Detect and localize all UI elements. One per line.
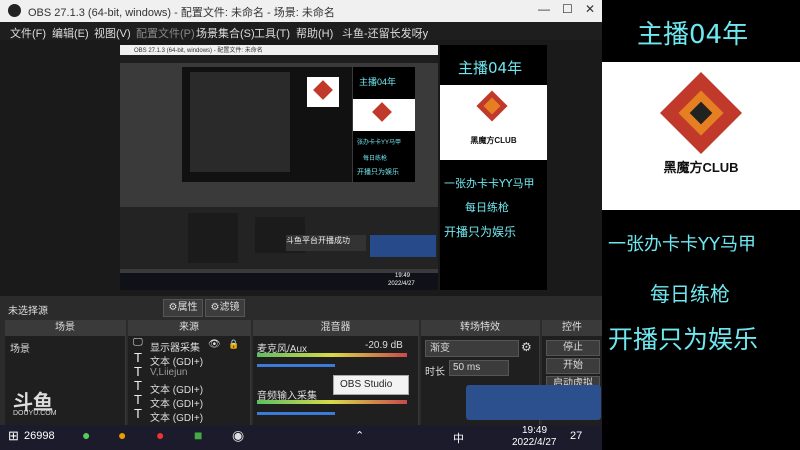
club-logo: 黑魔方CLUB [602, 62, 800, 210]
menu-bar: 文件(F) 编辑(E) 视图(V) 配置文件(P) 场景集合(S) 工具(T) … [0, 22, 602, 40]
eye-icon[interactable]: 👁 [208, 339, 221, 350]
nested-right-text: 主播04年 张办卡卡YY马甲 每日练枪 开播只为娱乐 [353, 67, 415, 182]
no-source-label: 未选择源 [8, 306, 48, 317]
mic-db: -20.9 dB [365, 340, 403, 351]
transition-select[interactable]: 渐变 [425, 340, 519, 357]
app-icon[interactable]: ● [118, 427, 126, 443]
text-icon: T [134, 364, 142, 379]
scene-item[interactable]: 场景 [10, 340, 30, 355]
filters-button[interactable]: ⚙滤镜 [205, 299, 245, 317]
clock-time: 19:49 [522, 425, 548, 436]
clock-date: 2022/4/27 [512, 437, 557, 448]
preview-line2: 每日练枪 [465, 201, 509, 214]
mic-meter [257, 353, 407, 357]
douyu-popup [466, 385, 601, 420]
menu-tools[interactable]: 工具(T) [254, 25, 290, 41]
nested-logo-icon [307, 77, 339, 107]
source-item[interactable]: 文本 (GDI+) [150, 381, 203, 396]
overlay-line3: 开播只为娱乐 [608, 325, 759, 354]
dock-area: 场景 场景 斗鱼 DOUYU.COM 来源 🖵 显示器采集 T 文本 (GDI+… [0, 320, 602, 425]
chevron-up-icon[interactable]: ⌃ [355, 429, 364, 442]
menu-view[interactable]: 视图(V) [94, 25, 131, 41]
source-item[interactable]: 文本 (GDI+) [150, 409, 203, 424]
monitor-icon: 🖵 [133, 337, 143, 348]
start-record-button[interactable]: 开始 [546, 358, 600, 374]
nested-title: OBS 27.1.3 (64-bit, windows) - 配置文件: 未命名 [134, 48, 263, 54]
minimize-button[interactable]: — [538, 2, 550, 16]
source-item[interactable]: V,Liiejun [150, 367, 187, 378]
mixer-dock: 混音器 麦克风/Aux -20.9 dB 音频输入采集 [253, 320, 419, 425]
preview-line1: 一张办卡卡YY马甲 [444, 177, 535, 190]
selection-bar: 未选择源 ⚙属性 ⚙滤镜 [0, 298, 602, 318]
overlay-title: 主播04年 [637, 20, 749, 50]
menu-douyu[interactable]: 斗鱼-还留长发呀y [342, 25, 428, 41]
transitions-header: 转场特效 [421, 320, 539, 336]
sources-header: 来源 [128, 320, 250, 336]
menu-scene-collection[interactable]: 场景集合(S) [196, 25, 255, 41]
duration-input[interactable]: 50 ms [449, 360, 509, 376]
text-icon: T [134, 392, 142, 407]
taskbar: ⊞ 26998 ● ● ● ■ ◉ ⌃ 中 19:49 2022/4/27 27 [0, 425, 602, 450]
wechat-icon[interactable]: ● [82, 427, 90, 443]
scenes-header: 场景 [5, 320, 125, 336]
nested-preview: OBS 27.1.3 (64-bit, windows) - 配置文件: 未命名… [120, 45, 438, 290]
close-button[interactable]: ✕ [585, 2, 595, 16]
preview-area[interactable]: OBS 27.1.3 (64-bit, windows) - 配置文件: 未命名… [0, 40, 602, 296]
menu-file[interactable]: 文件(F) [10, 25, 46, 41]
controls-header: 控件 [542, 320, 602, 336]
stop-stream-button[interactable]: 停止 [546, 340, 600, 356]
sources-dock: 来源 🖵 显示器采集 T 文本 (GDI+) T V,Liiejun T 文本 … [128, 320, 251, 425]
preview-overlay: 主播04年 黑魔方CLUB 一张办卡卡YY马甲 每日练枪 开播只为娱乐 [440, 45, 547, 290]
source-item[interactable]: 文本 (GDI+) [150, 395, 203, 410]
preview-logo-text: 黑魔方CLUB [470, 136, 517, 145]
obs-window: OBS 27.1.3 (64-bit, windows) - 配置文件: 未命名… [0, 0, 602, 425]
obs-logo-icon [8, 4, 21, 17]
source-item[interactable]: 显示器采集 [150, 339, 200, 354]
properties-button[interactable]: ⚙属性 [163, 299, 203, 317]
menu-help[interactable]: 帮助(H) [296, 25, 333, 41]
nested-inner-preview [182, 67, 352, 182]
mic-volume-slider[interactable] [257, 364, 335, 367]
menu-edit[interactable]: 编辑(E) [52, 25, 89, 41]
lock-icon[interactable]: 🔒 [228, 339, 239, 350]
ime-indicator[interactable]: 中 [453, 430, 464, 446]
source-item[interactable]: 文本 (GDI+) [150, 353, 203, 368]
douyu-logo-sub: DOUYU.COM [13, 410, 57, 417]
netease-icon[interactable]: ● [156, 427, 164, 443]
windows-start-icon[interactable]: ⊞ [8, 428, 19, 444]
title-bar: OBS 27.1.3 (64-bit, windows) - 配置文件: 未命名… [0, 0, 602, 22]
gear-icon[interactable]: ⚙ [521, 340, 532, 354]
desktop-meter [257, 400, 407, 404]
window-title: OBS 27.1.3 (64-bit, windows) - 配置文件: 未命名… [28, 7, 335, 19]
menu-profile[interactable]: 配置文件(P) [136, 25, 195, 41]
preview-line3: 开播只为娱乐 [444, 225, 517, 239]
taskbar-temp: 26998 [24, 430, 55, 442]
duration-label: 时长 [425, 367, 445, 378]
nested-menu [120, 55, 438, 63]
desktop-volume-slider[interactable] [257, 412, 335, 415]
scenes-dock: 场景 场景 斗鱼 DOUYU.COM [5, 320, 126, 425]
obs-taskbar-icon[interactable]: ◉ [232, 427, 244, 444]
text-icon: T [134, 378, 142, 393]
obs-studio-tooltip: OBS Studio [333, 375, 409, 395]
mixer-header: 混音器 [253, 320, 418, 336]
overlay-line2: 每日练枪 [650, 282, 730, 306]
notification-badge[interactable]: 27 [570, 430, 582, 442]
maximize-button[interactable]: ☐ [562, 2, 573, 16]
preview-overlay-title: 主播04年 [458, 59, 523, 77]
overlay-line1: 一张办卡卡YY马甲 [608, 234, 756, 255]
app-icon[interactable]: ■ [194, 427, 202, 443]
text-icon: T [134, 406, 142, 421]
nested-popup: 斗鱼平台开播成功 [286, 235, 366, 251]
preview-logo: 黑魔方CLUB [440, 85, 547, 160]
nested-taskbar: 19:49 2022/4/27 [120, 273, 438, 290]
club-logo-text: 黑魔方CLUB [663, 160, 739, 175]
nested-docks: 斗鱼平台开播成功 [120, 207, 438, 269]
text-icon: T [134, 350, 142, 365]
